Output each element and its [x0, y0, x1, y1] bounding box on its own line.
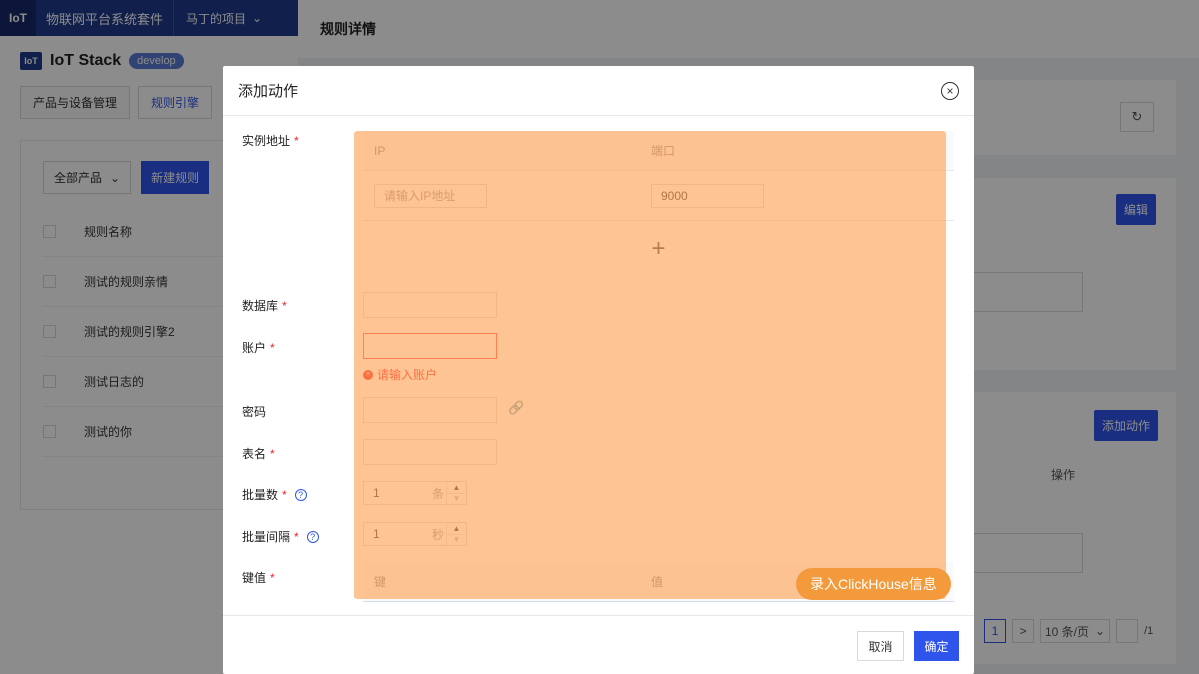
batch-size-stepper[interactable]: 1 条 ▲ ▼ [363, 481, 467, 505]
stepper-arrows: ▲ ▼ [446, 523, 466, 545]
help-icon[interactable]: ? [294, 488, 307, 501]
modal-header: 添加动作 × [223, 66, 974, 116]
batch-interval-unit: 秒 [432, 527, 445, 542]
ip-input[interactable]: 请输入IP地址 [374, 183, 487, 208]
link-icon[interactable]: 🔗 [508, 400, 524, 416]
database-label: 数据库 * [242, 298, 287, 314]
table-name-input[interactable] [363, 439, 497, 465]
decrement-icon[interactable]: ▼ [447, 492, 466, 505]
label-text: 批量数 [242, 488, 279, 502]
port-column-header: 端口 [651, 144, 676, 158]
label-text: 批量间隔 [242, 530, 291, 544]
password-label: 密码 [242, 403, 266, 420]
instance-address-label: 实例地址 * [242, 133, 299, 149]
ip-table-header: IP 端口 [363, 131, 954, 171]
batch-size-unit: 条 [432, 486, 445, 501]
label-text: 密码 [242, 405, 267, 419]
decrement-icon[interactable]: ▼ [447, 533, 466, 546]
batch-size-label: 批量数 * ? [242, 486, 307, 503]
label-text: 表名 [242, 447, 267, 461]
increment-icon[interactable]: ▲ [447, 482, 466, 493]
stepper-arrows: ▲ ▼ [446, 482, 466, 504]
key-column-header: 键 [374, 575, 387, 589]
ip-column-header: IP [374, 143, 386, 158]
table-name-label: 表名 * [242, 446, 275, 462]
close-icon[interactable]: × [941, 81, 959, 100]
label-text: 键值 [242, 571, 267, 585]
confirm-button[interactable]: 确定 [914, 631, 959, 661]
password-input[interactable] [363, 397, 497, 423]
label-text: 数据库 [242, 299, 279, 313]
ip-row: 请输入IP地址 9000 [363, 171, 954, 221]
batch-interval-stepper[interactable]: 1 秒 ▲ ▼ [363, 522, 467, 546]
account-error: × 请输入账户 [363, 366, 437, 383]
key-value-label: 键值 * [242, 570, 275, 586]
add-action-modal: 添加动作 × 实例地址 * IP 端口 请输入IP地址 9000 + 数据库 * 账… [223, 66, 974, 674]
modal-footer: 取消 确定 [223, 615, 974, 674]
label-text: 实例地址 [242, 134, 291, 148]
label-text: 账户 [242, 341, 267, 355]
add-row-icon[interactable]: + [363, 221, 954, 277]
port-input[interactable]: 9000 [651, 183, 764, 208]
help-icon[interactable]: ? [306, 530, 319, 543]
batch-interval-label: 批量间隔 * ? [242, 528, 319, 545]
modal-body: 实例地址 * IP 端口 请输入IP地址 9000 + 数据库 * 账户 * × 请输… [223, 117, 974, 615]
highlight-label: 录入ClickHouse信息 [796, 568, 951, 600]
increment-icon[interactable]: ▲ [447, 523, 466, 534]
error-text: 请输入账户 [377, 368, 438, 382]
modal-title: 添加动作 [238, 83, 299, 100]
batch-size-value: 1 [373, 486, 380, 500]
batch-interval-value: 1 [373, 527, 380, 541]
cancel-button[interactable]: 取消 [857, 631, 904, 661]
account-label: 账户 * [242, 340, 275, 356]
error-icon: × [363, 369, 373, 380]
ip-table: IP 端口 请输入IP地址 9000 + [363, 131, 954, 278]
account-input[interactable] [363, 333, 497, 359]
database-input[interactable] [363, 292, 497, 318]
